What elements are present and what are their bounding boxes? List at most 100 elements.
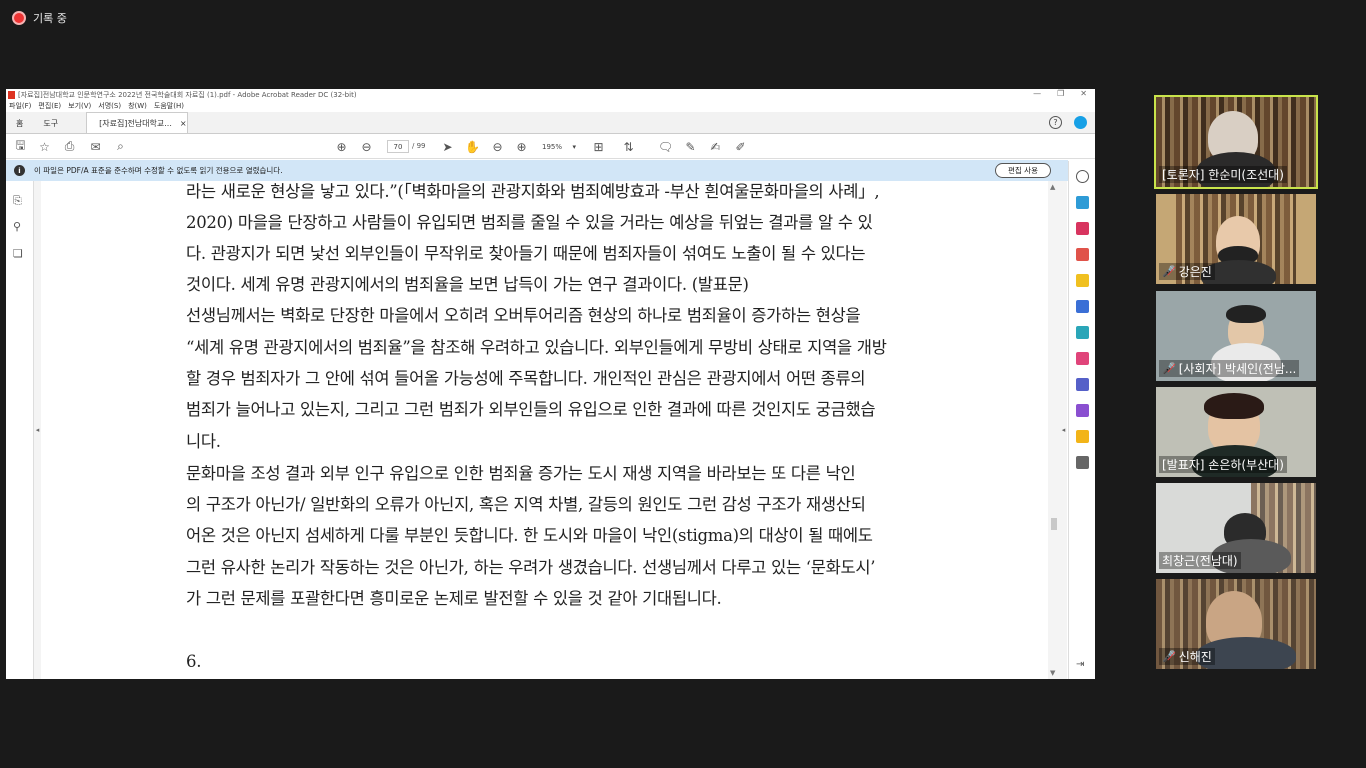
search-zoom-icon[interactable] (1076, 170, 1089, 183)
tab-document[interactable]: [자료집]전남대학교... × (86, 112, 189, 133)
text-line: 의 구조가 아닌가/ 일반화의 오류가 아닌지, 혹은 지역 차별, 갈등의 원… (186, 495, 866, 514)
menu-window[interactable]: 창(W) (128, 101, 147, 111)
info-icon: i (14, 165, 25, 176)
left-navigation-pane: ⎘ ⚲ ❏ (6, 181, 34, 679)
participant-name: 강은진 (1178, 265, 1212, 279)
page-total: / 99 (412, 142, 426, 150)
recording-indicator: 기록 중 (12, 10, 67, 26)
participant-name-label: 🎤̸ 신해진 (1159, 648, 1215, 665)
stamp-icon[interactable] (1076, 430, 1089, 443)
combine-files-icon[interactable] (1076, 300, 1089, 313)
participant-name-label: [토론자] 한순미(조선대) (1159, 166, 1287, 183)
tab-home[interactable]: 홈 (6, 113, 33, 133)
select-tool-icon[interactable]: ➤ (440, 139, 455, 154)
window-title: [자료집]전남대학교 인문학연구소 2022년 전국학술대회 자료집 (1).p… (18, 90, 357, 99)
text-line: 라는 새로운 현상을 낳고 있다.”(「벽화마을의 관광지화와 범죄예방효과 -… (186, 182, 880, 201)
protect-icon[interactable] (1076, 378, 1089, 391)
mic-muted-icon: 🎤̸ (1162, 650, 1176, 663)
email-icon[interactable]: ✉ (88, 139, 103, 154)
pdf-page: 라는 새로운 현상을 낳고 있다.”(「벽화마을의 관광지화와 범죄예방효과 -… (41, 181, 1048, 679)
layers-icon[interactable]: ❏ (13, 247, 27, 261)
create-pdf-icon[interactable] (1076, 248, 1089, 261)
participant-name: [발표자] 손은하(부산대) (1162, 458, 1284, 472)
readonly-info-bar: i 이 파일은 PDF/A 표준을 준수하며 수정할 수 없도록 읽기 전용으로… (6, 160, 1068, 181)
page-layout-icon[interactable]: ⊞ (591, 139, 606, 154)
menu-bar: 파일(F) 편집(E) 보기(V) 서명(S) 창(W) 도움말(H) (6, 100, 1095, 112)
scan-ocr-icon[interactable] (1076, 326, 1089, 339)
acrobat-window: [자료집]전남대학교 인문학연구소 2022년 전국학술대회 자료집 (1).p… (6, 89, 1095, 679)
close-tab-icon[interactable]: × (180, 119, 187, 128)
organize-pages-icon[interactable] (1076, 222, 1089, 235)
comment-tool-icon[interactable] (1076, 274, 1089, 287)
sign-icon[interactable]: ✍ (708, 139, 723, 154)
highlight-icon[interactable]: ✎ (683, 139, 698, 154)
text-line: 어온 것은 아닌지 섬세하게 다룰 부분인 듯합니다. 한 도시와 마을이 낙인… (186, 526, 873, 545)
document-view: 라는 새로운 현상을 낳고 있다.”(「벽화마을의 관광지화와 범죄예방효과 -… (41, 181, 1048, 679)
text-line: 범죄가 늘어나고 있는지, 그리고 그런 범죄가 외부인들의 유입으로 인한 결… (186, 400, 876, 419)
enable-editing-button[interactable]: 편집 사용 (995, 163, 1051, 178)
profile-icon[interactable] (1074, 116, 1087, 129)
bookmark-star-icon[interactable]: ☆ (37, 139, 52, 154)
text-line: 가 그런 문제를 포괄한다면 흥미로운 논제로 발전할 수 있을 것 같아 기대… (186, 589, 722, 608)
zoom-out-icon[interactable]: ⊖ (490, 139, 505, 154)
acrobat-icon (8, 90, 15, 99)
zoom-in-icon[interactable]: ⊕ (514, 139, 529, 154)
menu-edit[interactable]: 편집(E) (38, 101, 61, 111)
menu-file[interactable]: 파일(F) (9, 101, 31, 111)
chevron-down-icon: ▾ (572, 142, 576, 151)
help-icon[interactable]: ? (1049, 116, 1062, 129)
page-number-input[interactable]: 70 (387, 140, 409, 153)
participant-name-label: 🎤̸ [사회자] 박세인(전남... (1159, 360, 1300, 377)
attachment-icon[interactable]: ⚲ (13, 220, 27, 234)
export-pdf-icon[interactable] (1076, 196, 1089, 209)
scroll-up-icon[interactable]: ▲ (1050, 183, 1055, 191)
participant-tile[interactable]: 최창근(전남대) (1156, 483, 1316, 573)
participant-tile[interactable]: 🎤̸ [사회자] 박세인(전남... (1156, 291, 1316, 381)
zoom-select[interactable]: 195% ▾ (539, 140, 579, 153)
next-page-icon[interactable]: ⊖ (359, 139, 374, 154)
close-window-button[interactable]: ✕ (1080, 89, 1087, 98)
text-line: 2020) 마을을 단장하고 사람들이 유입되면 범죄를 줄일 수 있을 거라는… (186, 213, 873, 232)
text-line: 문화마을 조성 결과 외부 인구 유입으로 인한 범죄율 증가는 도시 재생 지… (186, 464, 856, 483)
participant-tile[interactable]: 🎤̸ 신해진 (1156, 579, 1316, 669)
more-tools-icon[interactable] (1076, 456, 1089, 469)
collapse-left-pane[interactable]: ◂ (34, 181, 41, 679)
text-line: “세계 유명 관광지에서의 범죄율”을 참조해 우려하고 있습니다. 외부인들에… (186, 338, 887, 357)
fill-and-sign-icon[interactable] (1076, 352, 1089, 365)
participant-tile[interactable]: 🎤̸ 강은진 (1156, 194, 1316, 284)
text-line: 니다. (186, 432, 221, 451)
participant-name: [사회자] 박세인(전남... (1178, 362, 1297, 376)
previous-page-icon[interactable]: ⊕ (334, 139, 349, 154)
fill-sign-icon[interactable]: ✐ (733, 139, 748, 154)
maximize-button[interactable]: ❐ (1057, 89, 1064, 98)
find-icon[interactable]: ⌕ (113, 139, 128, 154)
minimize-button[interactable]: — (1033, 89, 1041, 98)
text-line: 선생님께서는 벽화로 단장한 마을에서 오히려 오버투어리즘 현상의 하나로 범… (186, 306, 861, 325)
text-line: 그런 유사한 논리가 작동하는 것은 아닌가, 하는 우려가 생겼습니다. 선생… (186, 558, 876, 577)
request-signature-icon[interactable] (1076, 404, 1089, 417)
menu-view[interactable]: 보기(V) (68, 101, 91, 111)
vertical-scrollbar[interactable]: ▲ ▼ (1048, 181, 1060, 679)
comment-icon[interactable]: 🗨 (658, 139, 673, 154)
menu-help[interactable]: 도움말(H) (154, 101, 184, 111)
tab-tools[interactable]: 도구 (33, 113, 68, 133)
recording-label: 기록 중 (33, 12, 67, 25)
pages-thumbnail-icon[interactable]: ⎘ (13, 194, 27, 208)
menu-sign[interactable]: 서명(S) (98, 101, 121, 111)
participant-name-label: 🎤̸ 강은진 (1159, 263, 1215, 280)
collapse-right-pane[interactable]: ◂ (1060, 181, 1067, 679)
save-icon[interactable]: 🖫 (13, 138, 28, 154)
tab-bar: 홈 도구 [자료집]전남대학교... × ? (6, 112, 1095, 134)
text-line: 것이다. 세계 유명 관광지에서의 범죄율을 보면 납득이 가는 연구 결과이다… (186, 275, 749, 294)
participant-name: 신해진 (1178, 650, 1212, 664)
participant-name-label: [발표자] 손은하(부산대) (1159, 456, 1287, 473)
participant-tile[interactable]: [토론자] 한순미(조선대) (1154, 95, 1318, 189)
scroll-mode-icon[interactable]: ⇅ (621, 139, 636, 154)
print-icon[interactable]: ⎙ (62, 139, 77, 154)
participant-tile[interactable]: [발표자] 손은하(부산대) (1156, 387, 1316, 477)
scroll-down-icon[interactable]: ▼ (1050, 669, 1055, 677)
hand-tool-icon[interactable]: ✋ (465, 139, 480, 154)
expand-pane-icon[interactable]: ⇥ (1076, 659, 1089, 672)
scroll-thumb[interactable] (1051, 518, 1057, 530)
record-icon (12, 11, 26, 25)
